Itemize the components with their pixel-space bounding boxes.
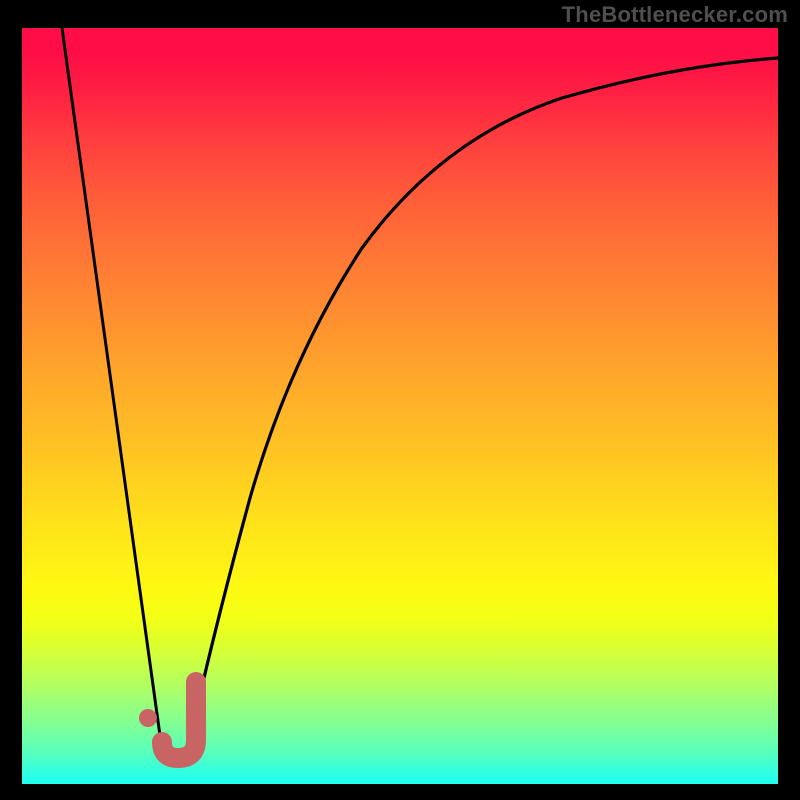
watermark-text: TheBottlenecker.com <box>562 2 788 28</box>
valley-left-branch <box>62 28 162 750</box>
valley-right-branch <box>188 58 778 748</box>
valley-j-dot <box>139 709 157 727</box>
valley-j-marker <box>162 682 196 758</box>
curve-layer <box>22 28 778 784</box>
chart-frame: TheBottlenecker.com <box>0 0 800 800</box>
plot-area <box>22 28 778 784</box>
